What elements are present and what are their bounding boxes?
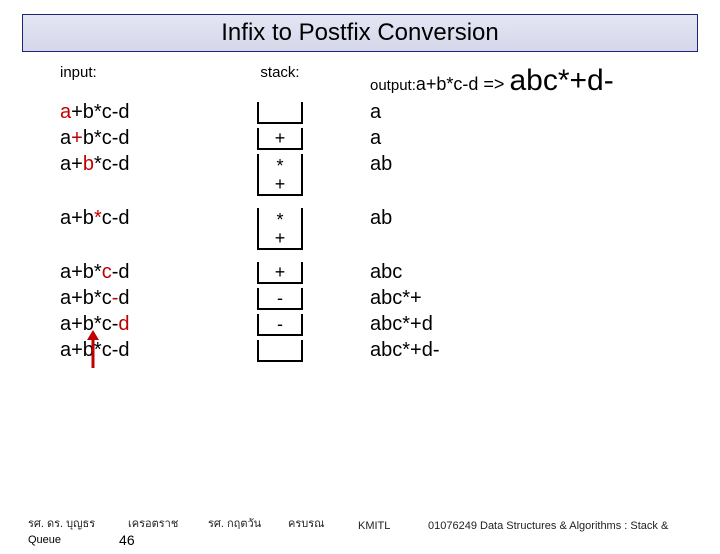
footer-institution: KMITL (358, 520, 428, 532)
footer-author2b: ครบรณ (288, 514, 358, 532)
step-row: a+b*c-d +* ab (60, 208, 710, 250)
footer-author1b: เครอตราช (128, 514, 208, 532)
output-text: ab (370, 154, 710, 174)
footer-author1: รศ. ดร. บุญธร (28, 514, 128, 532)
output-text: ab (370, 208, 710, 228)
stack-box: - (257, 314, 303, 336)
output-text: abc*+d (370, 314, 710, 334)
stack-box: + (257, 262, 303, 284)
page-number: 46 (119, 532, 135, 548)
input-text: a+b*c-d (60, 288, 220, 308)
input-text: a+b*c-d (60, 340, 220, 360)
output-text: a (370, 128, 710, 148)
output-text: abc*+d- (370, 340, 710, 360)
summary-result: abc*+d- (509, 64, 613, 97)
step-row: a+b*c-d + a (60, 128, 710, 150)
output-summary: output:a+b*c-d => abc*+d- (370, 77, 614, 94)
input-text: a+b*c-d (60, 102, 220, 122)
footer-queue: Queue (28, 534, 61, 546)
footer-course: 01076249 Data Structures & Algorithms : … (428, 520, 704, 532)
input-text: a+b*c-d (60, 262, 220, 282)
label-input: input: (60, 64, 97, 81)
title-banner: Infix to Postfix Conversion (22, 14, 698, 52)
input-text: a+b*c-d (60, 128, 220, 148)
footer: รศ. ดร. บุญธร เครอตราช รศ. กฤตวัน ครบรณ … (0, 514, 720, 532)
step-row: a+b*c-d abc*+d- (60, 340, 710, 362)
footer-line2: Queue 46 (28, 532, 135, 548)
label-output: output: (370, 77, 416, 94)
summary-expression: a+b*c-d (416, 74, 479, 94)
footer-author2: รศ. กฤตวัน (208, 514, 288, 532)
label-stack: stack: (260, 64, 299, 81)
summary-arrow: => (478, 74, 509, 94)
step-row: a+b*c-d - abc*+ (60, 288, 710, 310)
stack-box: + (257, 128, 303, 150)
page-title: Infix to Postfix Conversion (23, 19, 697, 47)
stack-box (257, 102, 303, 124)
step-row: a+b*c-d - abc*+d (60, 314, 710, 336)
stack-box: +* (257, 154, 303, 196)
step-row: a+b*c-d + abc (60, 262, 710, 284)
output-text: abc*+ (370, 288, 710, 308)
column-headers: input: stack: output:a+b*c-d => abc*+d- (60, 64, 710, 98)
steps-list: a+b*c-daa+b*c-d+aa+b*c-d+*aba+b*c-d+*aba… (60, 102, 710, 362)
content-area: input: stack: output:a+b*c-d => abc*+d- … (60, 64, 710, 362)
pointer-arrow-icon (86, 330, 100, 368)
output-text: abc (370, 262, 710, 282)
stack-box: +* (257, 208, 303, 250)
input-text: a+b*c-d (60, 314, 220, 334)
stack-box: - (257, 288, 303, 310)
step-row: a+b*c-d +* ab (60, 154, 710, 196)
output-text: a (370, 102, 710, 122)
step-row: a+b*c-d a (60, 102, 710, 124)
stack-box (257, 340, 303, 362)
input-text: a+b*c-d (60, 208, 220, 228)
input-text: a+b*c-d (60, 154, 220, 174)
